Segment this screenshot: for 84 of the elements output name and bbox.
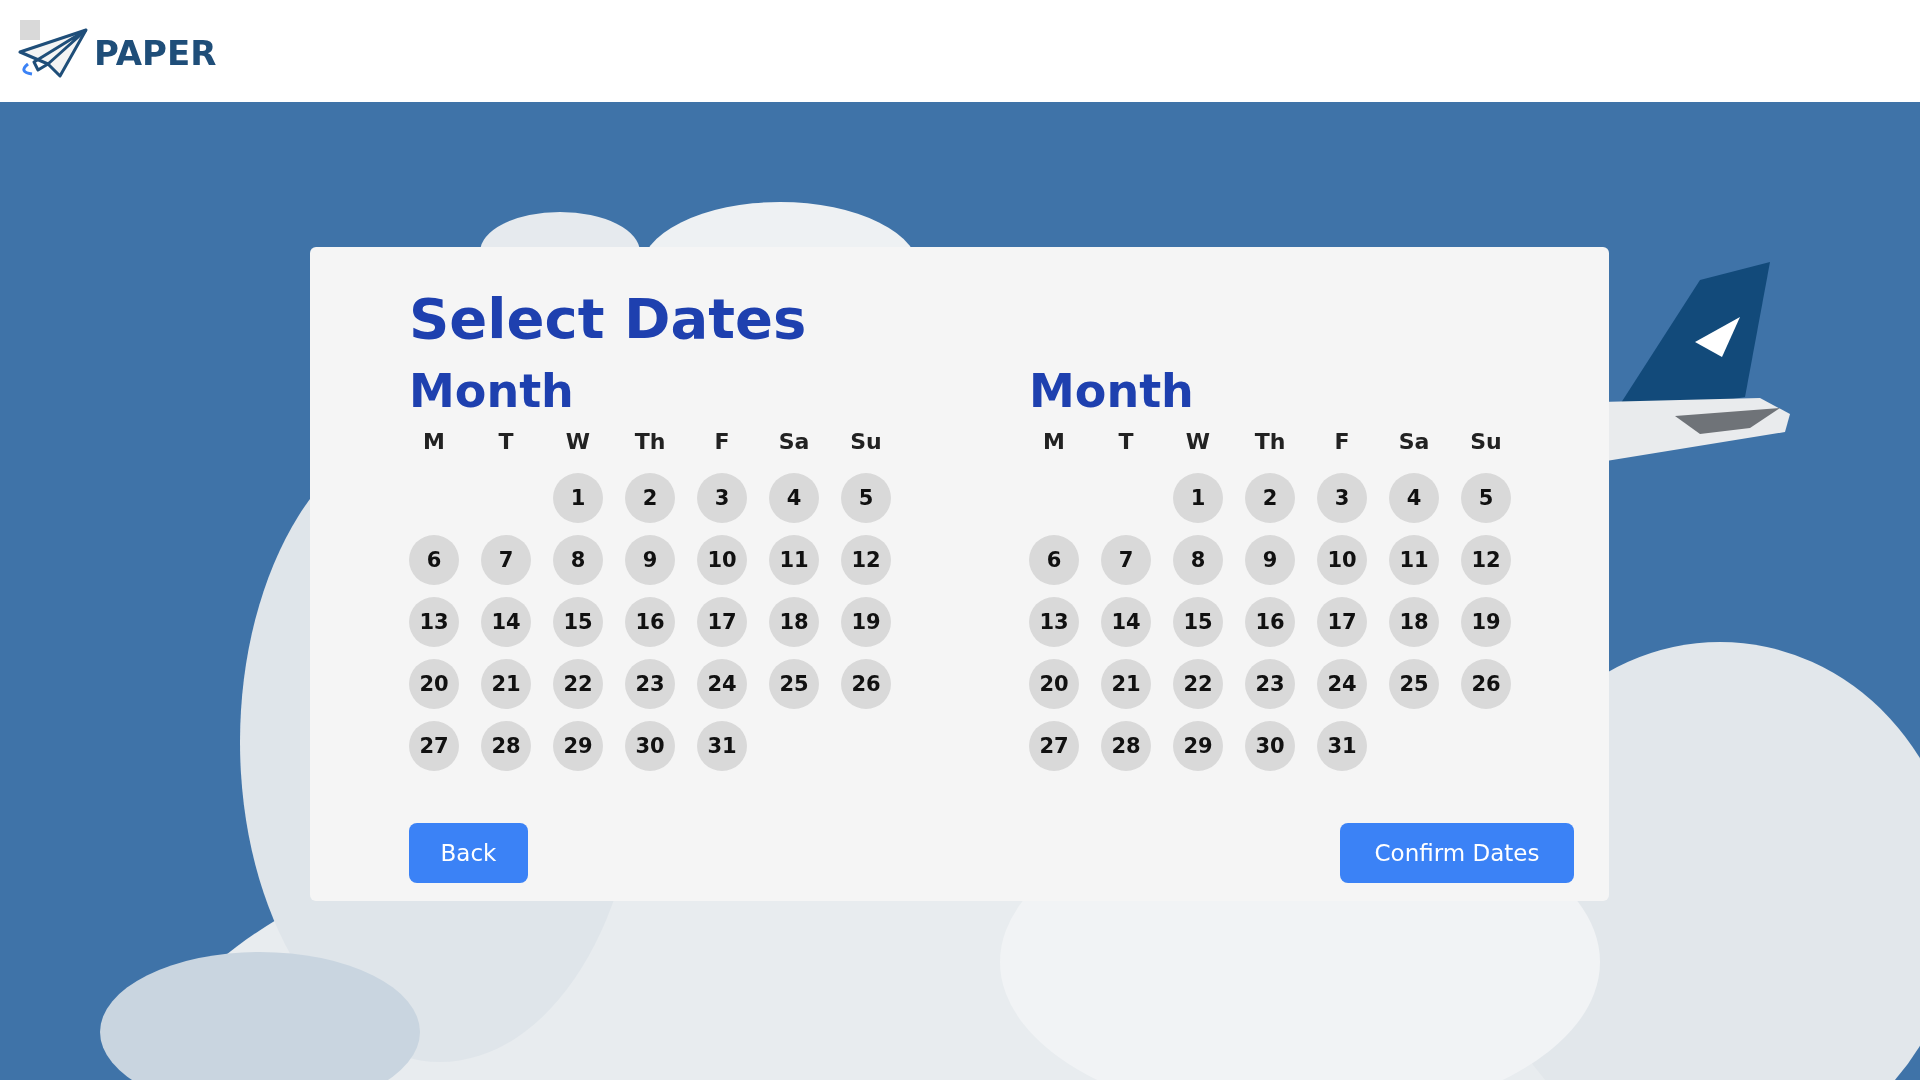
day-button[interactable]: 12 <box>841 535 891 585</box>
day-button[interactable]: 19 <box>1461 597 1511 647</box>
day-button[interactable]: 27 <box>1029 721 1079 771</box>
day-button[interactable]: 7 <box>1101 535 1151 585</box>
day-button[interactable]: 29 <box>1173 721 1223 771</box>
day-button[interactable]: 20 <box>409 659 459 709</box>
day-button[interactable]: 21 <box>1101 659 1151 709</box>
day-button[interactable]: 14 <box>481 597 531 647</box>
weekday-label: T <box>497 428 515 456</box>
day-button[interactable]: 10 <box>1317 535 1367 585</box>
weekday-label: Th <box>1253 428 1287 456</box>
day-button[interactable]: 29 <box>553 721 603 771</box>
weekday-label: Su <box>849 428 883 456</box>
weekday-label: W <box>564 428 592 456</box>
day-button[interactable]: 3 <box>1317 473 1367 523</box>
day-button[interactable]: 2 <box>1245 473 1295 523</box>
day-button[interactable]: 15 <box>1173 597 1223 647</box>
day-button[interactable]: 23 <box>625 659 675 709</box>
day-button[interactable]: 14 <box>1101 597 1151 647</box>
day-button[interactable]: 13 <box>1029 597 1079 647</box>
weekday-label: Sa <box>1397 428 1431 456</box>
day-button[interactable]: 15 <box>553 597 603 647</box>
day-button[interactable]: 17 <box>1317 597 1367 647</box>
weekday-label: T <box>1117 428 1135 456</box>
day-button[interactable]: 12 <box>1461 535 1511 585</box>
confirm-button[interactable]: Confirm Dates <box>1340 823 1574 883</box>
day-button[interactable]: 27 <box>409 721 459 771</box>
day-button[interactable]: 31 <box>1317 721 1367 771</box>
day-button[interactable]: 8 <box>553 535 603 585</box>
day-button[interactable]: 10 <box>697 535 747 585</box>
day-button[interactable]: 26 <box>1461 659 1511 709</box>
day-button[interactable]: 6 <box>1029 535 1079 585</box>
day-button[interactable]: 8 <box>1173 535 1223 585</box>
day-button[interactable]: 5 <box>841 473 891 523</box>
day-button[interactable]: 20 <box>1029 659 1079 709</box>
page-title: Select Dates <box>409 285 808 353</box>
weekday-label: M <box>422 428 446 456</box>
day-button[interactable]: 22 <box>553 659 603 709</box>
day-button[interactable]: 31 <box>697 721 747 771</box>
day-button[interactable]: 4 <box>769 473 819 523</box>
day-button[interactable]: 25 <box>769 659 819 709</box>
weekday-label: F <box>713 428 731 456</box>
day-button[interactable]: 16 <box>625 597 675 647</box>
day-button[interactable]: 11 <box>1389 535 1439 585</box>
day-button[interactable]: 18 <box>1389 597 1439 647</box>
day-button[interactable]: 2 <box>625 473 675 523</box>
day-button[interactable]: 26 <box>841 659 891 709</box>
day-button[interactable]: 3 <box>697 473 747 523</box>
weekday-label: W <box>1184 428 1212 456</box>
day-button[interactable]: 28 <box>1101 721 1151 771</box>
day-button[interactable]: 25 <box>1389 659 1439 709</box>
day-button[interactable]: 18 <box>769 597 819 647</box>
day-button[interactable]: 11 <box>769 535 819 585</box>
weekday-label: Th <box>633 428 667 456</box>
month-title: Month <box>1029 363 1195 419</box>
day-button[interactable]: 13 <box>409 597 459 647</box>
day-button[interactable]: 5 <box>1461 473 1511 523</box>
day-button[interactable]: 30 <box>1245 721 1295 771</box>
back-button[interactable]: Back <box>409 823 528 883</box>
day-button[interactable]: 24 <box>697 659 747 709</box>
day-button[interactable]: 23 <box>1245 659 1295 709</box>
day-button[interactable]: 6 <box>409 535 459 585</box>
day-button[interactable]: 22 <box>1173 659 1223 709</box>
brand-name: PAPER <box>94 33 217 73</box>
weekday-label: F <box>1333 428 1351 456</box>
day-button[interactable]: 21 <box>481 659 531 709</box>
day-button[interactable]: 9 <box>625 535 675 585</box>
month-title: Month <box>409 363 575 419</box>
paper-plane-icon <box>18 28 88 78</box>
day-button[interactable]: 7 <box>481 535 531 585</box>
day-button[interactable]: 4 <box>1389 473 1439 523</box>
day-button[interactable]: 1 <box>553 473 603 523</box>
day-button[interactable]: 9 <box>1245 535 1295 585</box>
weekday-label: Su <box>1469 428 1503 456</box>
weekday-label: M <box>1042 428 1066 456</box>
day-button[interactable]: 16 <box>1245 597 1295 647</box>
day-button[interactable]: 17 <box>697 597 747 647</box>
day-button[interactable]: 1 <box>1173 473 1223 523</box>
day-button[interactable]: 19 <box>841 597 891 647</box>
day-button[interactable]: 30 <box>625 721 675 771</box>
weekday-label: Sa <box>777 428 811 456</box>
image-placeholder <box>20 20 40 40</box>
day-button[interactable]: 28 <box>481 721 531 771</box>
day-button[interactable]: 24 <box>1317 659 1367 709</box>
